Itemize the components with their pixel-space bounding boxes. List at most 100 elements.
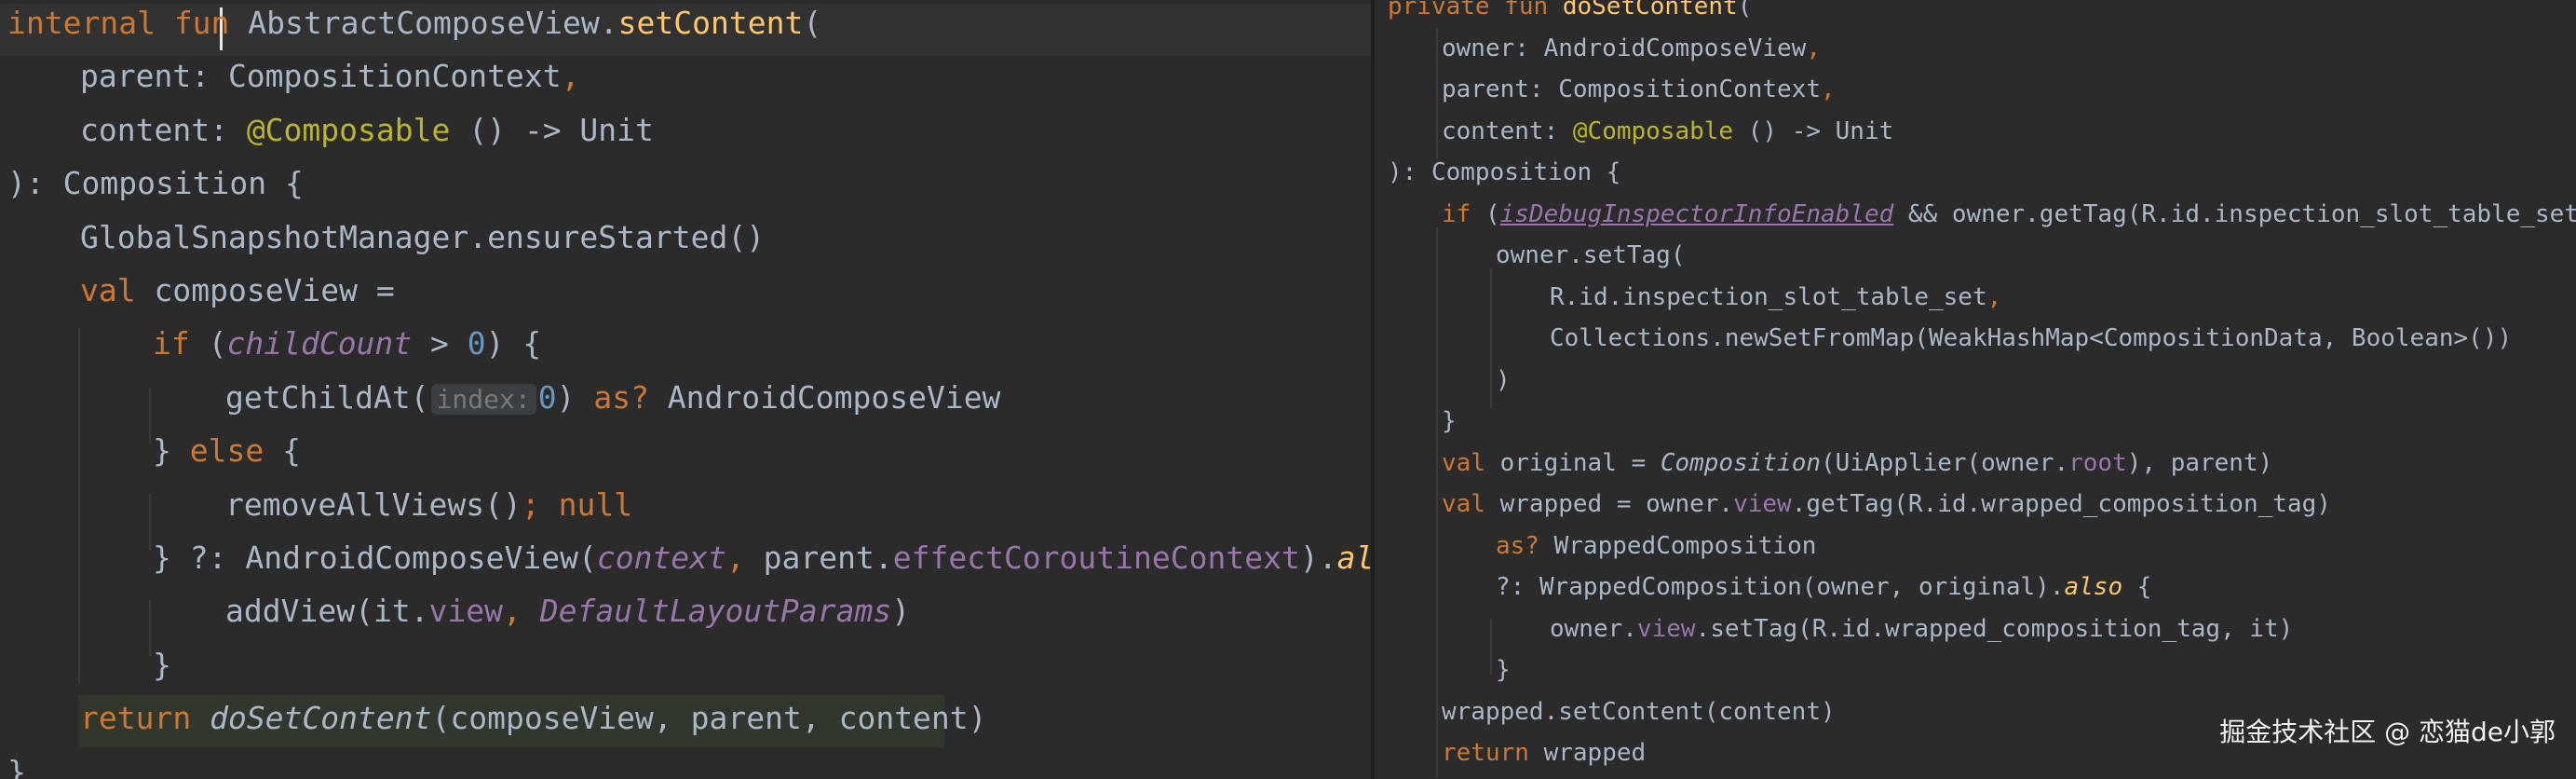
code-line[interactable]: removeAllViews(); null <box>225 489 632 520</box>
code-token: parent. <box>763 540 893 576</box>
code-token: composeView = <box>154 272 414 308</box>
code-token: effectCoroutineContext <box>892 540 1300 576</box>
code-token: ?: WrappedComposition(owner, original). <box>1496 573 2065 601</box>
code-token: AndroidComposeView <box>648 378 1001 416</box>
code-token: Composition <box>1660 448 1821 477</box>
code-token: @Composable <box>1572 116 1734 145</box>
code-token: Collections.newSetFromMap(WeakHashMap<Co… <box>1550 324 2513 352</box>
code-token: } <box>153 646 171 683</box>
code-token: .getTag(R.id.wrapped_composition_tag) <box>1791 490 2331 518</box>
code-line[interactable]: ?: WrappedComposition(owner, original).a… <box>1496 575 2151 599</box>
code-token: wrapped <box>1543 739 1647 767</box>
code-token: () -> Unit <box>1733 116 1894 145</box>
code-line[interactable]: } <box>1442 409 1457 433</box>
code-line[interactable]: getChildAt(index: 0) as? AndroidComposeVi… <box>225 382 1000 416</box>
code-token: val <box>1442 448 1500 477</box>
code-line[interactable]: owner.view.setTag(R.id.wrapped_compositi… <box>1550 617 2293 641</box>
code-token: internal <box>7 5 174 41</box>
code-token: , <box>1806 34 1821 62</box>
code-token: view <box>1733 490 1792 518</box>
code-token: owner. <box>1550 614 1637 643</box>
code-line[interactable]: parent: CompositionContext, <box>1442 77 1836 102</box>
code-token: content: <box>1442 116 1573 145</box>
code-token: as? <box>593 378 649 416</box>
code-token: 0 <box>467 325 486 362</box>
code-token: ), parent) <box>2126 448 2273 477</box>
code-line[interactable]: as? WrappedComposition <box>1496 534 1816 558</box>
code-token: ) <box>891 593 911 630</box>
code-token: root <box>2068 448 2127 477</box>
code-line[interactable]: if (childCount > 0) { <box>153 328 541 359</box>
code-token: } <box>153 432 190 470</box>
code-line[interactable]: if (isDebugInspectorInfoEnabled && owner… <box>1442 202 2576 226</box>
right-code-editor[interactable]: private fun doSetContent(owner: AndroidC… <box>1375 0 2576 779</box>
code-line[interactable]: } ?: AndroidComposeView(context, parent.… <box>153 542 1375 573</box>
code-line[interactable]: ) <box>1496 368 1511 392</box>
code-token: DefaultLayoutParams <box>539 593 892 630</box>
code-token: ; <box>521 485 559 523</box>
code-line[interactable]: internal fun AbstractComposeView.setCont… <box>7 7 821 38</box>
code-token: , <box>725 540 764 576</box>
code-line[interactable]: owner: AndroidComposeView, <box>1442 36 1821 61</box>
code-line[interactable]: owner.setTag( <box>1496 243 1686 267</box>
code-line[interactable]: private fun doSetContent( <box>1388 0 1752 19</box>
code-token: } ?: AndroidComposeView( <box>153 540 597 576</box>
code-token: else <box>189 432 264 470</box>
code-token: doSetContent <box>210 700 432 737</box>
code-token: ( <box>1485 199 1500 228</box>
code-token: addView(it. <box>225 593 429 630</box>
code-line[interactable]: } else { <box>153 435 301 466</box>
code-line[interactable]: return wrapped <box>1442 741 1646 765</box>
code-token: return <box>1442 739 1544 767</box>
code-token: removeAllViews() <box>225 485 522 523</box>
left-code-editor[interactable]: internal fun AbstractComposeView.setCont… <box>0 0 1375 779</box>
code-token: (UiApplier(owner. <box>1821 448 2069 477</box>
code-token: doSetContent <box>1562 0 1738 20</box>
code-token: val <box>80 272 155 308</box>
code-token: owner: AndroidComposeView <box>1442 34 1807 62</box>
code-token: ( <box>208 325 227 362</box>
code-token: AbstractComposeView. <box>229 5 618 41</box>
code-line[interactable]: } <box>1496 658 1511 682</box>
code-line[interactable]: R.id.inspection_slot_table_set, <box>1550 285 2001 309</box>
indent-guide <box>149 600 151 656</box>
code-token: 0 <box>537 378 557 416</box>
code-token: && owner.getTag(R.id.inspection_slot_tab… <box>1893 199 2576 228</box>
code-token: ): Composition { <box>7 165 304 202</box>
code-line[interactable]: parent: CompositionContext, <box>80 61 579 91</box>
indent-guide <box>78 328 80 684</box>
code-token: , <box>1986 282 2002 311</box>
indent-guide <box>1490 268 1492 408</box>
code-line[interactable]: return doSetContent(composeView, parent,… <box>80 703 987 733</box>
code-token: private fun <box>1388 0 1563 20</box>
code-token: also <box>1336 540 1375 576</box>
code-line[interactable]: addView(it.view, DefaultLayoutParams) <box>225 595 910 626</box>
code-line[interactable]: } <box>7 757 26 779</box>
code-line[interactable]: ): Composition { <box>1388 160 1620 184</box>
code-token: null <box>558 485 633 523</box>
code-line[interactable]: content: @Composable () -> Unit <box>80 115 654 145</box>
code-line[interactable]: val wrapped = owner.view.getTag(R.id.wra… <box>1442 492 2331 516</box>
code-token: also <box>2064 573 2123 601</box>
code-token: { <box>2122 573 2152 601</box>
code-token: content: <box>80 111 247 148</box>
code-token: .setTag(R.id.wrapped_composition_tag, it… <box>1695 614 2294 643</box>
code-line[interactable]: ): Composition { <box>7 168 304 198</box>
indent-guide <box>1436 227 1438 777</box>
code-token: ( <box>1737 0 1753 20</box>
code-line[interactable]: GlobalSnapshotManager.ensureStarted() <box>80 222 765 253</box>
code-token: , <box>503 593 540 630</box>
code-token: { <box>264 432 301 470</box>
code-token: > <box>412 325 468 362</box>
code-line[interactable]: } <box>153 649 171 680</box>
code-token: view <box>428 593 504 630</box>
code-line[interactable]: wrapped.setContent(content) <box>1442 700 1836 724</box>
code-token: if <box>153 325 209 362</box>
code-line[interactable]: content: @Composable () -> Unit <box>1442 119 1893 144</box>
code-token: WrappedComposition <box>1539 531 1817 560</box>
code-line[interactable]: val composeView = <box>80 275 414 306</box>
code-token: (composeView, parent, content) <box>431 700 987 737</box>
code-line[interactable]: Collections.newSetFromMap(WeakHashMap<Co… <box>1550 326 2512 350</box>
code-line[interactable]: val original = Composition(UiApplier(own… <box>1442 451 2272 475</box>
code-token: ) <box>1496 365 1511 394</box>
